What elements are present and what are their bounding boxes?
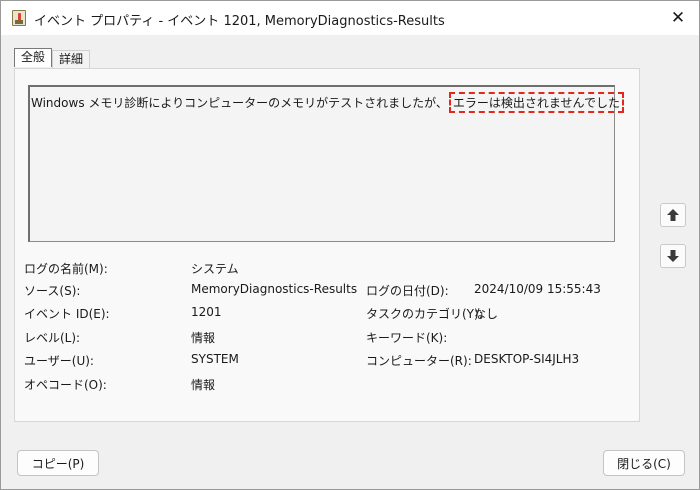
computer-label: コンピューター(R): — [366, 354, 472, 368]
source-value: MemoryDiagnostics-Results — [191, 282, 358, 296]
previous-event-button[interactable] — [660, 203, 686, 227]
task-category-value: なし — [474, 307, 499, 321]
close-button[interactable]: 閉じる(C) — [603, 450, 685, 476]
tab-general[interactable]: 全般 — [14, 48, 53, 67]
user-label: ユーザー(U): — [24, 354, 94, 368]
event-properties-window: イベント プロパティ - イベント 1201, MemoryDiagnostic… — [0, 0, 700, 490]
description-prefix: Windows メモリ診断によりコンピューターのメモリがテストされましたが、 — [31, 96, 448, 110]
computer-value: DESKTOP-SI4JLH3 — [474, 352, 580, 366]
logged-value: 2024/10/09 15:55:43 — [474, 282, 601, 296]
opcode-label: オペコード(O): — [24, 378, 107, 392]
highlighted-result-text: エラーは検出されませんでした — [448, 92, 624, 113]
description-text: Windows メモリ診断によりコンピューターのメモリがテストされましたが、 エラ… — [31, 92, 624, 113]
close-icon: ✕ — [670, 8, 686, 28]
level-label: レベル(L): — [24, 331, 81, 345]
arrow-down-icon — [667, 250, 679, 262]
task-category-label: タスクのカテゴリ(Y): — [366, 307, 483, 321]
next-event-button[interactable] — [660, 244, 686, 268]
event-id-value: 1201 — [191, 305, 222, 319]
log-name-value: システム — [191, 262, 239, 276]
window-title: イベント プロパティ - イベント 1201, MemoryDiagnostic… — [34, 14, 445, 29]
copy-button[interactable]: コピー(P) — [17, 450, 99, 476]
user-value: SYSTEM — [191, 352, 239, 366]
tab-details[interactable]: 詳細 — [52, 50, 91, 69]
log-name-label: ログの名前(M): — [24, 262, 108, 276]
keywords-label: キーワード(K): — [366, 331, 448, 345]
title-bar[interactable]: イベント プロパティ - イベント 1201, MemoryDiagnostic… — [1, 1, 699, 35]
event-viewer-icon — [12, 10, 26, 26]
level-value: 情報 — [191, 331, 216, 345]
source-label: ソース(S): — [24, 284, 81, 298]
opcode-value: 情報 — [191, 378, 216, 392]
tab-strip: 全般 詳細 — [14, 48, 91, 69]
arrow-up-icon — [667, 209, 679, 221]
close-window-button[interactable]: ✕ — [667, 7, 689, 29]
logged-label: ログの日付(D): — [366, 284, 449, 298]
event-id-label: イベント ID(E): — [24, 307, 110, 321]
